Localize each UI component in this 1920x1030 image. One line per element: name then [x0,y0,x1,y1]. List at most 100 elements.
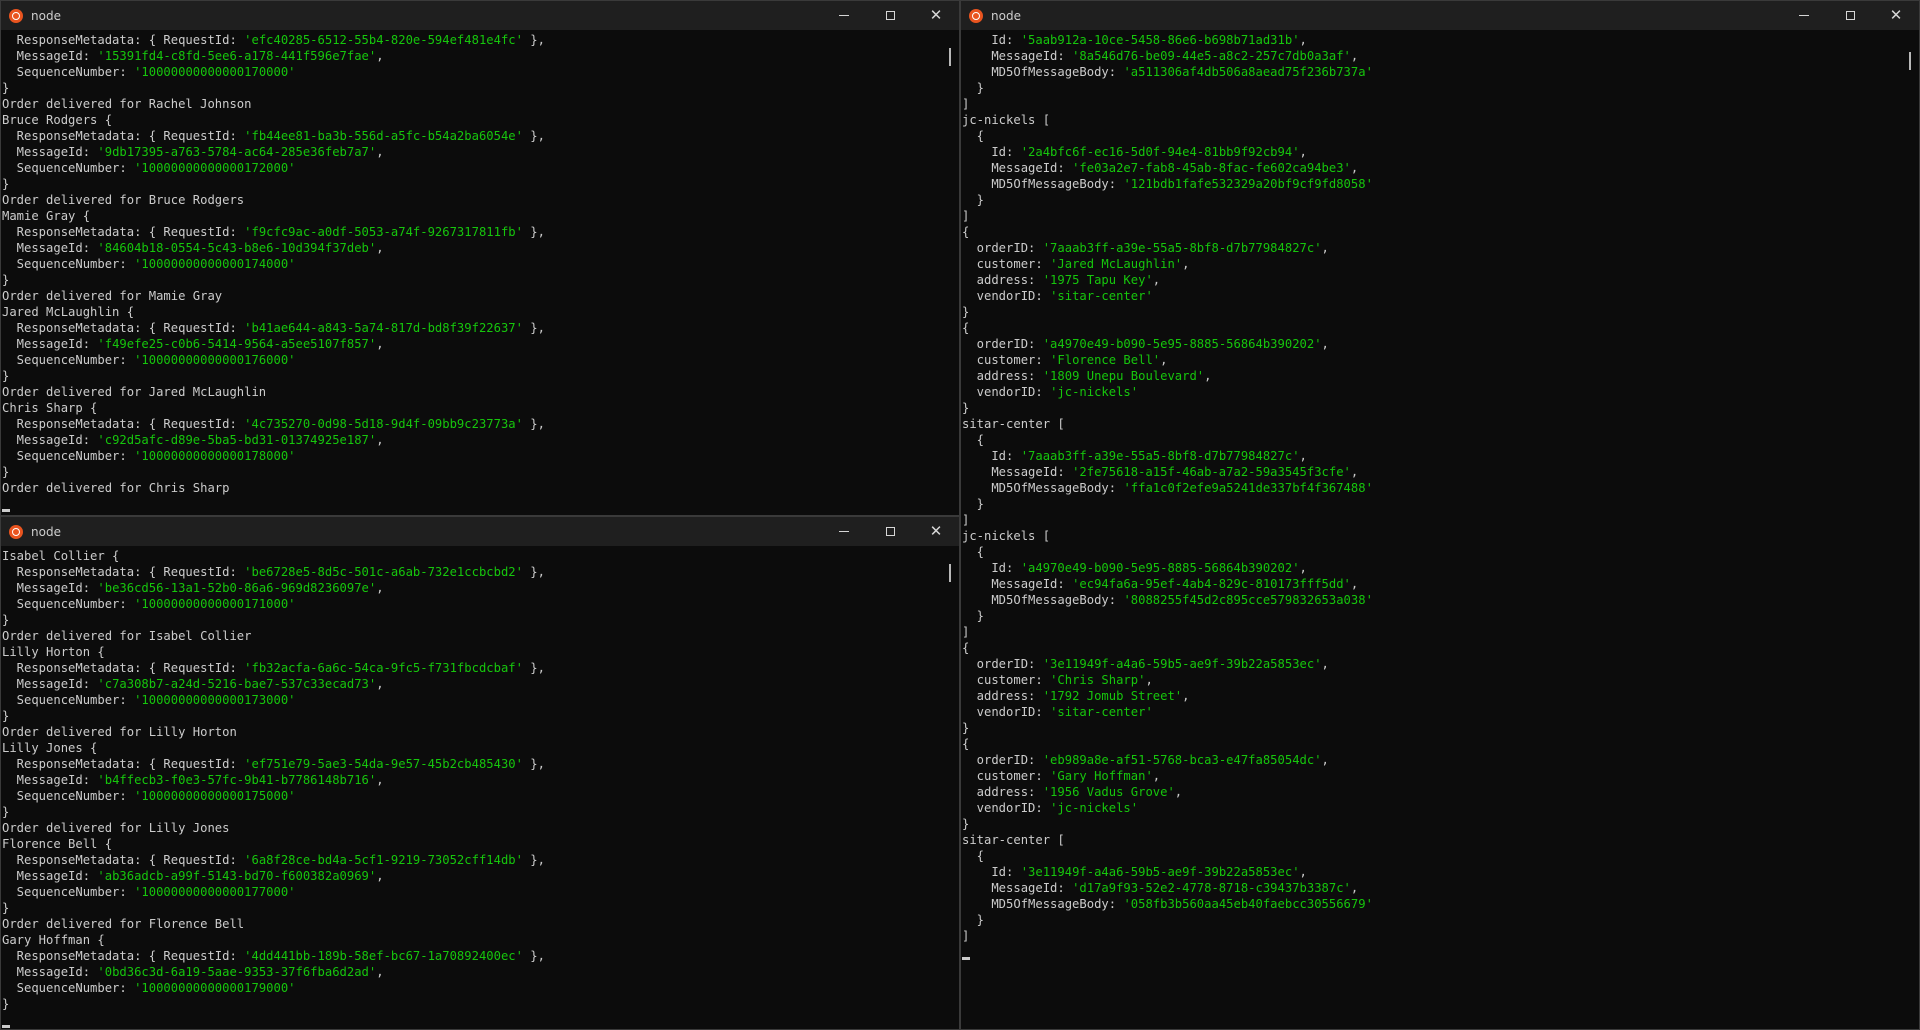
line-text: customer: [962,673,1051,687]
line-text: } [962,193,985,207]
terminal-line: Id: 'a4970e49-b090-5e95-8885-56864b39020… [962,560,1373,576]
scrollbar-thumb[interactable] [1909,52,1911,70]
line-text: MD5OfMessageBody: [962,481,1124,495]
line-text: SequenceNumber: [2,693,135,707]
terminal-line: MD5OfMessageBody: '8088255f45d2c895cce57… [962,592,1373,608]
prompt-line[interactable] [2,1012,545,1028]
scrollbar-thumb[interactable] [949,564,951,582]
title-bar[interactable]: node ✕ [1,1,959,30]
terminal-line: address: '1956 Vadus Grove', [962,784,1373,800]
string-value: '10000000000000173000' [134,693,296,707]
line-text: Order delivered for Lilly Horton [2,725,237,739]
line-text: , [1160,353,1168,367]
terminal-output[interactable]: ResponseMetadata: { RequestId: 'efc40285… [1,30,959,515]
minimize-button[interactable] [1781,1,1827,30]
prompt-line[interactable] [962,944,1373,960]
line-text: Bruce Rodgers { [2,113,113,127]
terminal-line: MessageId: '2fe75618-a15f-46ab-a7a2-59a3… [962,464,1373,480]
terminal-line: address: '1809 Unepu Boulevard', [962,368,1373,384]
line-text: SequenceNumber: [2,257,135,271]
line-text: MessageId: [962,49,1073,63]
string-value: '0bd36c3d-6a19-5aae-9353-37f6fba6d2ad' [97,965,377,979]
terminal-line: ResponseMetadata: { RequestId: 'b41ae644… [2,320,545,336]
line-text: { [962,545,985,559]
string-value: '1809 Unepu Boulevard' [1042,369,1205,383]
string-value: '10000000000000177000' [134,885,296,899]
terminal-line: } [2,272,545,288]
close-button[interactable]: ✕ [1873,1,1919,30]
line-text: vendorID: [962,385,1051,399]
string-value: 'Jared McLaughlin' [1050,257,1183,271]
line-text: }, [522,661,545,675]
output-lines: Isabel Collier { ResponseMetadata: { Req… [2,548,545,1028]
line-text: ResponseMetadata: { RequestId: [2,853,245,867]
line-text: , [1299,865,1307,879]
terminal-window-bottom-left[interactable]: node ✕ Isabel Collier { ResponseMetadata… [0,516,960,1030]
close-button[interactable]: ✕ [913,1,959,30]
string-value: 'eb989a8e-af51-5768-bca3-e47fa85054dc' [1042,753,1322,767]
line-text: } [962,913,985,927]
window-title: node [991,8,1021,23]
line-text: MessageId: [2,145,98,159]
cursor [2,509,10,512]
terminal-line: } [962,400,1373,416]
terminal-line: Order delivered for Chris Sharp [2,480,545,496]
maximize-button[interactable] [1827,1,1873,30]
string-value: '10000000000000174000' [134,257,296,271]
terminal-line: } [2,804,545,820]
line-text: customer: [962,257,1051,271]
line-text: SequenceNumber: [2,449,135,463]
scrollbar-thumb[interactable] [949,48,951,66]
string-value: '10000000000000171000' [134,597,296,611]
terminal-line: Order delivered for Rachel Johnson [2,96,545,112]
maximize-button[interactable] [867,1,913,30]
terminal-output[interactable]: Id: '5aab912a-10ce-5458-86e6-b698b71ad31… [961,30,1919,1029]
line-text: , [1299,33,1307,47]
title-bar[interactable]: node ✕ [1,517,959,546]
line-text: , [376,49,384,63]
line-text: , [1299,561,1307,575]
line-text: , [376,337,384,351]
line-text: { [962,641,970,655]
string-value: 'c7a308b7-a24d-5216-bae7-537c33ecad73' [97,677,377,691]
string-value: 'f9cfc9ac-a0df-5053-a74f-9267317811fb' [244,225,523,239]
minimize-button[interactable] [821,1,867,30]
line-text: orderID: [962,241,1043,255]
string-value: 'sitar-center' [1050,289,1153,303]
line-text: , [1350,881,1359,895]
string-value: '121bdb1fafe532329a20bf9cf9fd8058' [1123,177,1373,191]
close-button[interactable]: ✕ [913,517,959,546]
minimize-button[interactable] [821,517,867,546]
string-value: '8088255f45d2c895cce579832653a038' [1123,593,1373,607]
terminal-line: } [2,80,545,96]
terminal-line: jc-nickels [ [962,112,1373,128]
line-text: , [1299,145,1307,159]
terminal-window-right[interactable]: node ✕ Id: '5aab912a-10ce-5458-86e6-b698… [960,0,1920,1030]
terminal-line: customer: 'Florence Bell', [962,352,1373,368]
line-text: Order delivered for Florence Bell [2,917,245,931]
line-text: } [2,369,10,383]
maximize-button[interactable] [867,517,913,546]
string-value: 'a4970e49-b090-5e95-8885-56864b390202' [1042,337,1322,351]
string-value: '2fe75618-a15f-46ab-a7a2-59a3545f3cfe' [1072,465,1351,479]
line-text: , [1152,273,1161,287]
terminal-output[interactable]: Isabel Collier { ResponseMetadata: { Req… [1,546,959,1029]
terminal-line: Jared McLaughlin { [2,304,545,320]
string-value: '058fb3b560aa45eb40faebcc30556679' [1123,897,1373,911]
line-text: } [962,81,985,95]
line-text: Order delivered for Lilly Jones [2,821,230,835]
terminal-line: customer: 'Jared McLaughlin', [962,256,1373,272]
title-bar[interactable]: node ✕ [961,1,1919,30]
line-text: customer: [962,353,1051,367]
terminal-line: { [962,128,1373,144]
close-icon: ✕ [1889,6,1903,24]
string-value: 'Chris Sharp' [1050,673,1146,687]
terminal-window-top-left[interactable]: node ✕ ResponseMetadata: { RequestId: 'e… [0,0,960,516]
line-text: , [376,145,384,159]
terminal-line: SequenceNumber: '10000000000000177000' [2,884,545,900]
prompt-line[interactable] [2,496,545,512]
terminal-line: Order delivered for Jared McLaughlin [2,384,545,400]
string-value: '7aaab3ff-a39e-55a5-8bf8-d7b77984827c' [1020,449,1300,463]
line-text: MD5OfMessageBody: [962,897,1124,911]
line-text: Id: [962,449,1021,463]
